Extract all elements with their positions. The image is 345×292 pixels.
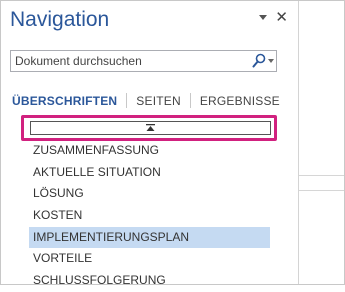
search-input[interactable] bbox=[13, 52, 237, 70]
heading-item-selected[interactable]: IMPLEMENTIERUNGSPLAN bbox=[29, 226, 270, 249]
heading-item[interactable]: LÖSUNG bbox=[29, 183, 270, 205]
tab-results[interactable]: ERGEBNISSE bbox=[191, 94, 289, 108]
heading-item[interactable]: SCHLUSSFOLGERUNG bbox=[29, 270, 270, 292]
heading-list: ZUSAMMENFASSUNG AKTUELLE SITUATION LÖSUN… bbox=[29, 140, 270, 292]
tab-headings[interactable]: ÜBERSCHRIFTEN bbox=[12, 94, 126, 108]
navigation-pane: Navigation ✕ ÜBERSCHRIFTEN SEITEN ERGEBN… bbox=[1, 1, 299, 287]
close-icon[interactable]: ✕ bbox=[275, 10, 288, 25]
document-area bbox=[299, 1, 344, 284]
pane-title: Navigation bbox=[10, 8, 110, 31]
heading-item[interactable]: AKTUELLE SITUATION bbox=[29, 162, 270, 184]
magnifier-icon[interactable] bbox=[252, 53, 266, 69]
search-options-caret-icon[interactable] bbox=[268, 59, 274, 63]
document-page-edge bbox=[299, 175, 344, 176]
tab-pages[interactable]: SEITEN bbox=[127, 94, 190, 108]
highlight-annotation bbox=[21, 115, 277, 141]
search-box bbox=[10, 50, 277, 72]
caret-down-icon[interactable] bbox=[259, 15, 268, 20]
pane-controls: ✕ bbox=[259, 10, 288, 25]
heading-item[interactable]: ZUSAMMENFASSUNG bbox=[29, 140, 270, 162]
document-page-edge bbox=[299, 190, 344, 191]
tab-bar: ÜBERSCHRIFTEN SEITEN ERGEBNISSE bbox=[12, 93, 289, 108]
heading-item[interactable]: VORTEILE bbox=[29, 248, 270, 270]
heading-item[interactable]: KOSTEN bbox=[29, 205, 270, 227]
